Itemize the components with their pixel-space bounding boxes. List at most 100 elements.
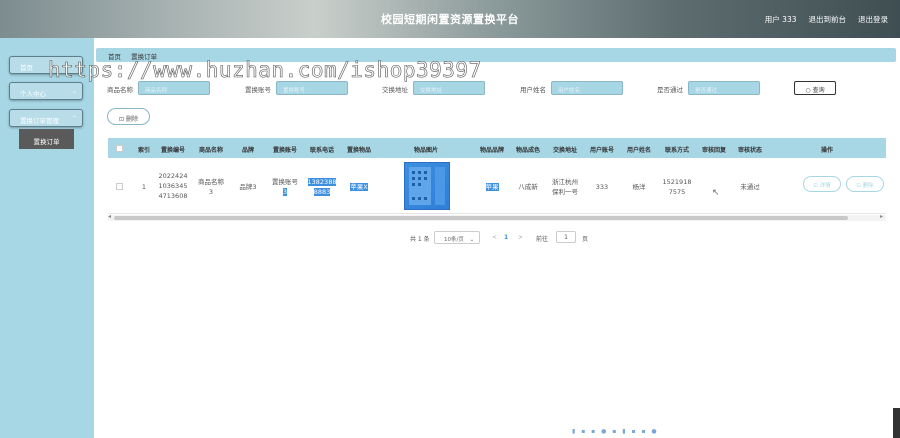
phone-screen-image	[409, 167, 431, 205]
phone-side-image	[435, 167, 445, 205]
cell-order-no: 2022424 1036345 4713608	[154, 171, 192, 201]
cell-contact: 1521918 7575	[658, 177, 696, 197]
sidebar-subitem-exchange-orders[interactable]: 置换订单	[19, 129, 74, 149]
detail-icon: ⊡	[813, 183, 818, 189]
col-account: 置换账号	[272, 147, 297, 154]
logout-link[interactable]: 退出登录	[858, 14, 888, 25]
chevron-down-icon: ⌄	[71, 88, 77, 95]
cell-account-line: 置换账号	[272, 178, 298, 186]
col-actions: 操作	[820, 147, 833, 154]
cell-brand: 品牌3	[239, 183, 257, 191]
cell-product-line: 商品名称	[198, 178, 224, 186]
back-to-frontend-link[interactable]: 退出到前台	[809, 14, 847, 25]
search-input-approved[interactable]: 是否通过	[688, 81, 760, 95]
col-condition: 物品成色	[515, 147, 540, 154]
row-checkbox[interactable]	[116, 183, 123, 190]
query-button-label: 查询	[812, 87, 825, 94]
search-icon: ○	[805, 87, 811, 94]
search-label-account: 置换账号	[245, 86, 271, 94]
table-row: 1 2022424 1036345 4713608 商品名称 3 品牌3 置换账…	[108, 158, 886, 214]
watermark-text: https://www.huzhan.com/ishop39397	[48, 58, 482, 83]
sidebar: 首页 个人中心 ⌄ 置换订单管理 ⌃	[0, 38, 94, 438]
query-button[interactable]: ○ 查询	[794, 81, 836, 95]
sidebar-item-order-management[interactable]: 置换订单管理 ⌃	[9, 109, 83, 127]
col-index: 索引	[137, 147, 150, 154]
row-delete-button-label: 删除	[862, 183, 874, 189]
delete-icon: ⊡	[119, 116, 125, 123]
cell-item-brand: 苹果	[474, 182, 510, 192]
cell-item: 苹果X	[340, 182, 378, 192]
goto-page-input[interactable]: 1	[556, 231, 576, 243]
highlight-text: 3	[282, 188, 288, 196]
chevron-up-icon: ⌃	[71, 115, 77, 122]
highlight-text: 8883	[313, 188, 331, 196]
bulk-delete-button[interactable]: ⊡ 删除	[107, 108, 150, 125]
top-header: 校园短期闲置资源置换平台 用户 333 退出到前台 退出登录	[0, 0, 900, 38]
cell-condition: 八成新	[518, 183, 538, 191]
col-review-status: 审核状态	[737, 147, 762, 154]
cell-user-name: 杨洋	[632, 183, 646, 191]
search-input-username[interactable]: 用户姓名	[551, 81, 623, 95]
col-item: 置换物品	[346, 147, 371, 154]
search-label-approved: 是否通过	[657, 86, 683, 94]
horizontal-scrollbar[interactable]: ◂ ▸	[108, 213, 886, 221]
bulk-delete-label: 删除	[125, 116, 138, 123]
cell-order-no-line: 1036345	[158, 182, 188, 190]
page-size-select[interactable]: 10条/页 ⌄	[434, 231, 480, 244]
cell-account: 置换账号 3	[266, 177, 304, 197]
header-nav: 用户 333 退出到前台 退出登录	[765, 14, 888, 25]
delete-icon: ⊡	[856, 183, 861, 189]
highlight-text: 苹果X	[350, 183, 368, 191]
cell-phone: 1382388 8883	[304, 177, 340, 197]
col-brand: 品牌	[241, 147, 254, 154]
col-product: 商品名称	[198, 147, 223, 154]
detail-button[interactable]: ⊡ 详情	[803, 176, 841, 192]
table-header: 索引 置换编号 商品名称 品牌 置换账号 联系电话 置换物品 物品图片 物品品牌…	[108, 138, 886, 158]
sidebar-item-personal-center[interactable]: 个人中心 ⌄	[9, 82, 83, 100]
col-contact: 联系方式	[664, 147, 689, 154]
cell-product-line: 3	[208, 188, 214, 196]
sidebar-item-label: 首页	[20, 64, 33, 72]
cell-product: 商品名称 3	[192, 177, 230, 197]
product-image[interactable]	[404, 162, 450, 210]
cell-order-no-line: 4713608	[158, 192, 188, 200]
col-address: 交换地址	[552, 147, 577, 154]
highlight-text: 苹果	[485, 183, 499, 191]
row-delete-button[interactable]: ⊡ 删除	[846, 176, 884, 192]
detail-button-label: 详情	[819, 183, 831, 189]
corner-widget	[893, 408, 900, 438]
col-user-account: 用户账号	[589, 147, 614, 154]
search-input-product[interactable]: 商品名称	[138, 81, 210, 95]
page-size-value: 10条/页	[444, 237, 464, 243]
scroll-left-arrow-icon[interactable]: ◂	[108, 213, 111, 220]
sidebar-item-label: 个人中心	[20, 90, 46, 98]
mouse-cursor-icon: ↖	[712, 188, 720, 198]
search-input-account[interactable]: 置换账号	[276, 81, 348, 95]
chevron-down-icon: ⌄	[469, 237, 475, 243]
cell-address-line: 浙江杭州	[552, 178, 578, 186]
search-label-product: 商品名称	[107, 86, 133, 94]
prev-page-button[interactable]: <	[492, 234, 497, 241]
cell-index: 1	[141, 183, 147, 191]
next-page-button[interactable]: >	[518, 234, 523, 241]
col-review-reply: 审核回复	[701, 147, 726, 154]
goto-suffix: 页	[582, 236, 589, 243]
pagination-total: 共 1 条	[410, 236, 430, 243]
cell-review-status: 未通过	[740, 183, 760, 191]
taskbar-tray: ▮ ▪ ▪ ● ▪ ▮ ▪ ▪ ●	[572, 428, 659, 435]
scroll-right-arrow-icon[interactable]: ▸	[880, 213, 883, 220]
select-all-checkbox[interactable]	[116, 145, 123, 152]
cell-phone-line: 1382388	[304, 177, 340, 187]
col-image: 物品图片	[413, 147, 438, 154]
col-user-name: 用户姓名	[626, 147, 651, 154]
cell-address: 浙江杭州 保利一号	[546, 177, 584, 197]
col-order-no: 置换编号	[160, 147, 185, 154]
search-input-address[interactable]: 交换地址	[413, 81, 485, 95]
highlight-text: 1382388	[307, 178, 337, 186]
scrollbar-thumb[interactable]	[114, 216, 848, 220]
page-number-current[interactable]: 1	[504, 234, 508, 241]
cell-order-no-line: 2022424	[158, 172, 188, 180]
col-item-brand: 物品品牌	[479, 147, 504, 154]
cell-contact-line: 1521918	[662, 178, 692, 186]
goto-label: 前往	[536, 236, 549, 243]
